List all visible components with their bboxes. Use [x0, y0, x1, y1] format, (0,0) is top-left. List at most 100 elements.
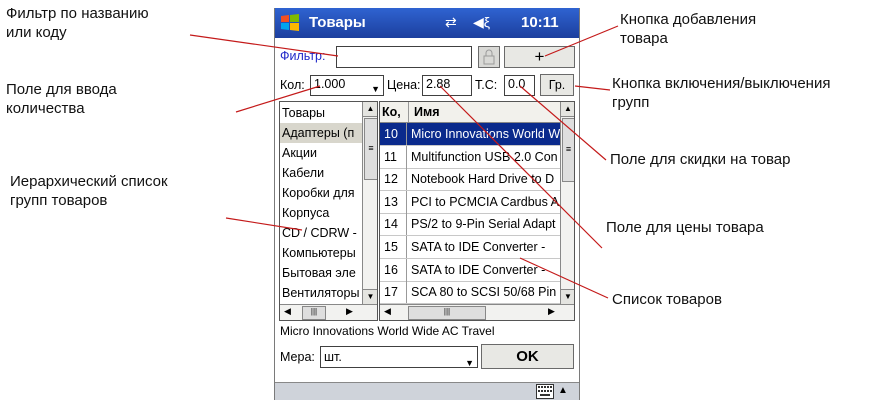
item-code: 16	[384, 262, 398, 277]
group-item[interactable]: Адаптеры (п	[280, 123, 362, 143]
item-name: Notebook Hard Drive to D	[406, 168, 554, 191]
input-menu-arrow-icon[interactable]: ▲	[558, 385, 568, 396]
item-code: 14	[384, 217, 398, 232]
items-list[interactable]: Ко, Имя 10Micro Innovations World Wide11…	[379, 101, 575, 321]
item-row[interactable]: 17 SCA 80 to SCSI 50/68 Pin	[380, 281, 560, 305]
annotation-quantity-line2: количества	[6, 100, 85, 117]
group-item[interactable]: Вентиляторы	[280, 283, 362, 303]
bottom-menu-bar: ▲	[275, 382, 579, 400]
annotation-groups-line2: групп товаров	[10, 192, 108, 209]
group-item[interactable]: Корпуса	[280, 203, 362, 223]
item-name: SATA to IDE Converter -	[406, 258, 545, 281]
qty-value: 1.000	[314, 77, 346, 91]
connectivity-icon[interactable]: ⇄	[445, 14, 457, 31]
item-name: Micro Innovations World Wide	[406, 123, 560, 145]
scroll-right-icon[interactable]: ▶	[548, 306, 555, 317]
unit-value: шт.	[324, 350, 342, 364]
annotation-quantity: Поле для ввода количества	[6, 80, 117, 118]
scroll-thumb[interactable]: ≡	[562, 118, 574, 182]
scroll-thumb[interactable]: ≡	[364, 118, 377, 180]
group-item[interactable]: Акции	[280, 143, 362, 163]
item-code: 11	[384, 149, 397, 164]
item-code: 10	[384, 127, 398, 141]
code-column-header[interactable]: Ко,	[382, 102, 409, 122]
item-name: SATA to IDE Converter -	[406, 236, 545, 258]
group-item[interactable]: Товары	[280, 103, 362, 123]
volume-icon[interactable]: ◀ξ	[473, 14, 490, 31]
discount-label: Т.С:	[475, 78, 498, 92]
selected-item-text: Micro Innovations World Wide AC Travel	[280, 324, 495, 338]
group-item[interactable]: Кабели	[280, 163, 362, 183]
scroll-down-icon[interactable]: ▼	[363, 289, 377, 304]
pocket-pc-screen: Товары ⇄ ◀ξ 10:11 Фильтр: + Кол: 1.000 ▼…	[274, 8, 580, 400]
item-name: Multifunction USB 2.0 Con	[406, 145, 558, 168]
item-name: PCI to PCMCIA Cardbus A	[406, 190, 559, 213]
discount-input[interactable]: 0.0	[504, 75, 535, 96]
items-vertical-scrollbar[interactable]: ▲ ≡ ▼	[560, 102, 574, 304]
item-name: SCA 80 to SCSI 50/68 Pin	[406, 281, 556, 304]
clock[interactable]: 10:11	[521, 14, 559, 31]
scroll-up-icon[interactable]: ▲	[561, 102, 574, 117]
scroll-left-icon[interactable]: ◀	[284, 306, 291, 317]
annotation-groups-toggle: Кнопка включения/выключения групп	[612, 74, 830, 112]
filter-label: Фильтр:	[280, 49, 326, 63]
annotation-toggle-line2: групп	[612, 94, 650, 111]
annotation-filter-line1: Фильтр по названию	[6, 5, 149, 22]
lock-button[interactable]	[478, 46, 500, 68]
item-row[interactable]: 11 Multifunction USB 2.0 Con	[380, 145, 560, 169]
scroll-right-icon[interactable]: ▶	[346, 306, 353, 317]
name-column-header[interactable]: Имя	[414, 102, 440, 122]
price-input[interactable]: 2.88	[422, 75, 472, 96]
item-row[interactable]: 12 Notebook Hard Drive to D	[380, 168, 560, 192]
groups-list[interactable]: Товары Адаптеры (п Акции Кабели Коробки для К…	[279, 101, 378, 321]
filter-input[interactable]	[336, 46, 472, 68]
item-row[interactable]: 13 PCI to PCMCIA Cardbus A	[380, 190, 560, 214]
ok-button[interactable]: OK	[481, 344, 574, 369]
annotation-add-line1: Кнопка добавления	[620, 11, 757, 28]
annotation-groups-list: Иерархический список групп товаров	[10, 172, 168, 210]
h-scroll-thumb[interactable]: |||	[302, 306, 326, 320]
qty-label: Кол:	[280, 78, 305, 92]
groups-horizontal-scrollbar[interactable]: ◀ ||| ▶	[280, 304, 377, 320]
groups-vertical-scrollbar[interactable]: ▲ ≡ ▼	[362, 102, 377, 304]
item-name: PS/2 to 9-Pin Serial Adapt	[406, 213, 556, 236]
annotation-items-list: Список товаров	[612, 291, 722, 308]
group-item[interactable]: Компьютеры	[280, 243, 362, 263]
item-row[interactable]: 10 Micro Innovations World Wide	[380, 123, 560, 146]
callout-toggle-line	[574, 85, 611, 91]
annotation-price: Поле для цены товара	[606, 219, 764, 236]
chevron-down-icon: ▼	[371, 84, 380, 94]
app-title: Товары	[309, 14, 366, 31]
annotation-discount: Поле для скидки на товар	[610, 151, 791, 168]
add-item-button[interactable]: +	[504, 46, 575, 68]
group-item[interactable]: Коробки для	[280, 183, 362, 203]
scroll-down-icon[interactable]: ▼	[561, 289, 574, 304]
annotation-add-button: Кнопка добавления товара	[620, 10, 756, 48]
keyboard-icon[interactable]	[536, 384, 554, 399]
scroll-up-icon[interactable]: ▲	[363, 102, 377, 117]
scroll-left-icon[interactable]: ◀	[384, 306, 391, 317]
items-header: Ко, Имя	[380, 102, 560, 123]
groups-toggle-button[interactable]: Гр.	[540, 74, 574, 96]
item-code: 15	[384, 240, 398, 254]
item-row[interactable]: 15 SATA to IDE Converter -	[380, 236, 560, 259]
price-label: Цена:	[387, 78, 421, 92]
item-row[interactable]: 16 SATA to IDE Converter -	[380, 258, 560, 282]
group-item[interactable]: CD / CDRW -	[280, 223, 362, 243]
h-scroll-thumb[interactable]: |||	[408, 306, 486, 320]
items-horizontal-scrollbar[interactable]: ◀ ||| ▶	[380, 304, 574, 320]
item-row[interactable]: 14 PS/2 to 9-Pin Serial Adapt	[380, 213, 560, 237]
item-code: 12	[384, 172, 398, 187]
item-code: 17	[384, 285, 398, 300]
item-code: 13	[384, 194, 398, 209]
title-bar: Товары ⇄ ◀ξ 10:11	[275, 8, 579, 38]
chevron-down-icon: ▼	[465, 358, 474, 368]
annotation-quantity-line1: Поле для ввода	[6, 81, 117, 98]
annotation-add-line2: товара	[620, 30, 668, 47]
unit-dropdown[interactable]: шт. ▼	[320, 346, 478, 368]
annotation-filter-line2: или коду	[6, 24, 67, 41]
group-item[interactable]: Бытовая эле	[280, 263, 362, 283]
windows-start-icon[interactable]	[279, 12, 301, 34]
annotation-filter: Фильтр по названию или коду	[6, 4, 149, 42]
qty-dropdown[interactable]: 1.000 ▼	[310, 75, 384, 96]
